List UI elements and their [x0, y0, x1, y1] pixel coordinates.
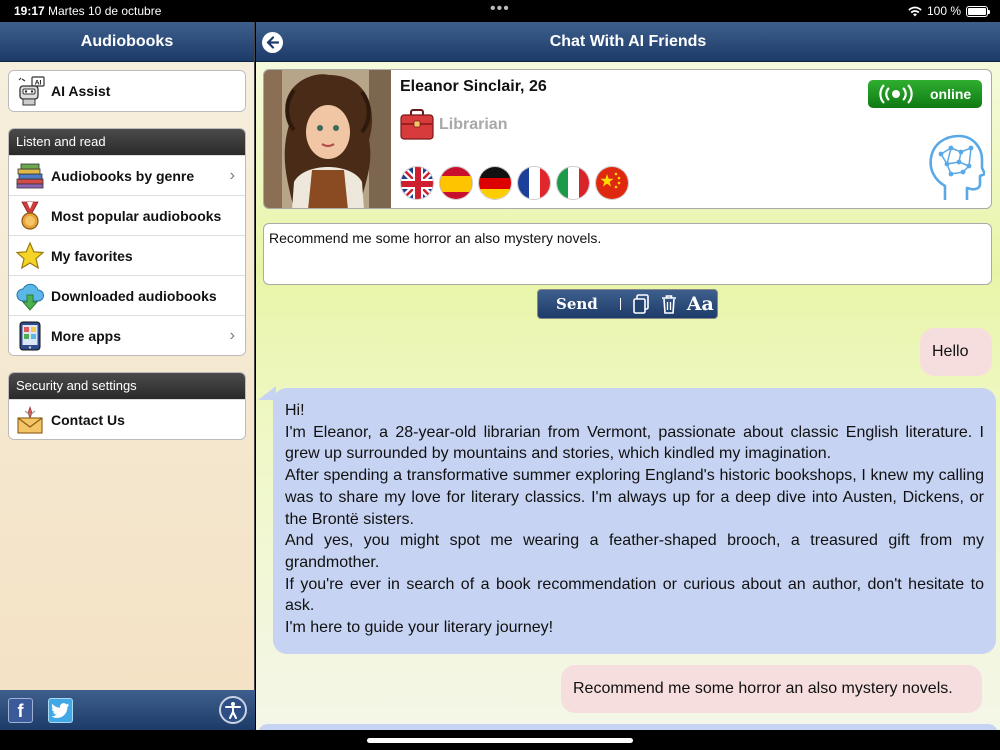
sidebar-item-label: My favorites: [51, 247, 133, 264]
sidebar-item-contact-us[interactable]: Contact Us: [9, 399, 245, 439]
status-text: online: [930, 86, 972, 102]
compose-toolbar: Send Aa: [537, 289, 718, 319]
medal-icon: [21, 201, 39, 230]
france-flag-icon[interactable]: [517, 166, 551, 200]
chat-panel: Chat With AI Friends Eleanor Sinclair, 2…: [256, 22, 1000, 730]
sidebar-item-audiobooks-by-genre[interactable]: Audiobooks by genre ›: [9, 155, 245, 195]
chat-title: Chat With AI Friends: [549, 32, 707, 50]
online-status-badge: online: [868, 80, 982, 108]
message-line: Hi!: [285, 402, 305, 419]
security-settings-group: Security and settings Contact Us: [8, 372, 246, 440]
battery-icon: [966, 5, 990, 17]
italy-flag-icon[interactable]: [556, 166, 590, 200]
language-flags: [400, 166, 629, 200]
multitasking-dots-icon[interactable]: •••: [490, 0, 510, 18]
status-right: 100 %: [908, 4, 990, 18]
ai-assist-group: AI AI Assist: [8, 70, 246, 112]
sidebar-item-label: Audiobooks by genre: [51, 167, 195, 184]
profile-name: Eleanor Sinclair, 26: [400, 78, 547, 95]
section-title: Security and settings: [9, 373, 245, 399]
message-line: And yes, you might spot me wearing a fea…: [285, 532, 984, 571]
sidebar-item-label: Contact Us: [51, 411, 125, 428]
robot-icon: AI: [18, 76, 45, 106]
avatar[interactable]: [264, 70, 391, 208]
sidebar-item-label: AI Assist: [51, 83, 111, 99]
star-icon: [15, 240, 45, 269]
tablet-icon: [19, 321, 41, 350]
sidebar-title: Audiobooks: [0, 22, 254, 62]
message-input[interactable]: Recommend me some horror an also mystery…: [263, 223, 992, 285]
send-button[interactable]: Send: [556, 295, 598, 313]
sidebar-item-label: More apps: [51, 327, 122, 344]
sidebar-item-ai-assist[interactable]: AI AI Assist: [9, 71, 245, 111]
message-line: I'm Eleanor, a 28-year-old librarian fro…: [285, 423, 984, 463]
sidebar-item-more-apps[interactable]: More apps ›: [9, 315, 245, 355]
copy-icon[interactable]: [632, 294, 649, 314]
germany-flag-icon[interactable]: [478, 166, 512, 200]
ai-brain-icon: [925, 132, 987, 207]
arrow-left-icon: [266, 36, 279, 49]
sidebar-item-downloaded[interactable]: Downloaded audiobooks: [9, 275, 245, 315]
listen-read-group: Listen and read Audiobooks by genre › Mo…: [8, 128, 246, 356]
china-flag-icon[interactable]: [595, 166, 629, 200]
wifi-icon: [908, 6, 922, 16]
user-message-bubble: Hello: [920, 328, 992, 376]
message-text: Hello: [932, 343, 969, 360]
broadcast-icon: [879, 84, 913, 104]
status-time: 19:17: [14, 4, 45, 18]
user-message-bubble: Recommend me some horror an also mystery…: [561, 665, 982, 713]
status-date: Martes 10 de octubre: [48, 4, 162, 18]
spain-flag-icon[interactable]: [439, 166, 473, 200]
battery-percent: 100 %: [926, 4, 961, 18]
chevron-right-icon: ›: [229, 327, 235, 344]
briefcase-icon: [400, 108, 434, 145]
home-indicator[interactable]: [367, 738, 633, 743]
uk-flag-icon[interactable]: [400, 166, 434, 200]
chevron-right-icon: ›: [229, 167, 235, 184]
mail-icon: [17, 405, 43, 434]
sidebar-footer: f: [0, 690, 255, 730]
svg-text:AI: AI: [35, 79, 42, 86]
sidebar-item-label: Most popular audiobooks: [51, 207, 222, 224]
books-icon: [16, 163, 44, 188]
status-bar: 19:17 Martes 10 de octubre ••• 100 %: [0, 0, 1000, 22]
sidebar-item-my-favorites[interactable]: My favorites: [9, 235, 245, 275]
message-text: Recommend me some horror an also mystery…: [573, 680, 953, 697]
message-line: After spending a transformative summer e…: [285, 467, 984, 528]
ai-message-bubble: Hi! I'm Eleanor, a 28-year-old librarian…: [273, 388, 996, 654]
back-button[interactable]: [262, 32, 283, 53]
font-size-button[interactable]: Aa: [687, 293, 714, 315]
cloud-download-icon: [16, 283, 44, 311]
section-title: Listen and read: [9, 129, 245, 155]
trash-icon[interactable]: [661, 294, 677, 314]
accessibility-icon[interactable]: [219, 696, 247, 724]
toolbar-divider: [619, 298, 621, 310]
message-line: I'm here to guide your literary journey!: [285, 619, 554, 637]
message-line: If you're ever in search of a book recom…: [285, 575, 984, 615]
twitter-icon[interactable]: [48, 698, 73, 723]
profile-card: Eleanor Sinclair, 26 Librarian online: [263, 69, 992, 209]
facebook-icon[interactable]: f: [8, 698, 33, 723]
sidebar-item-most-popular[interactable]: Most popular audiobooks: [9, 195, 245, 235]
sidebar-item-label: Downloaded audiobooks: [51, 287, 217, 304]
sidebar: Audiobooks AI AI Assist Listen and read: [0, 22, 255, 730]
chat-header: Chat With AI Friends: [256, 22, 1000, 62]
profile-profession: Librarian: [439, 116, 508, 133]
